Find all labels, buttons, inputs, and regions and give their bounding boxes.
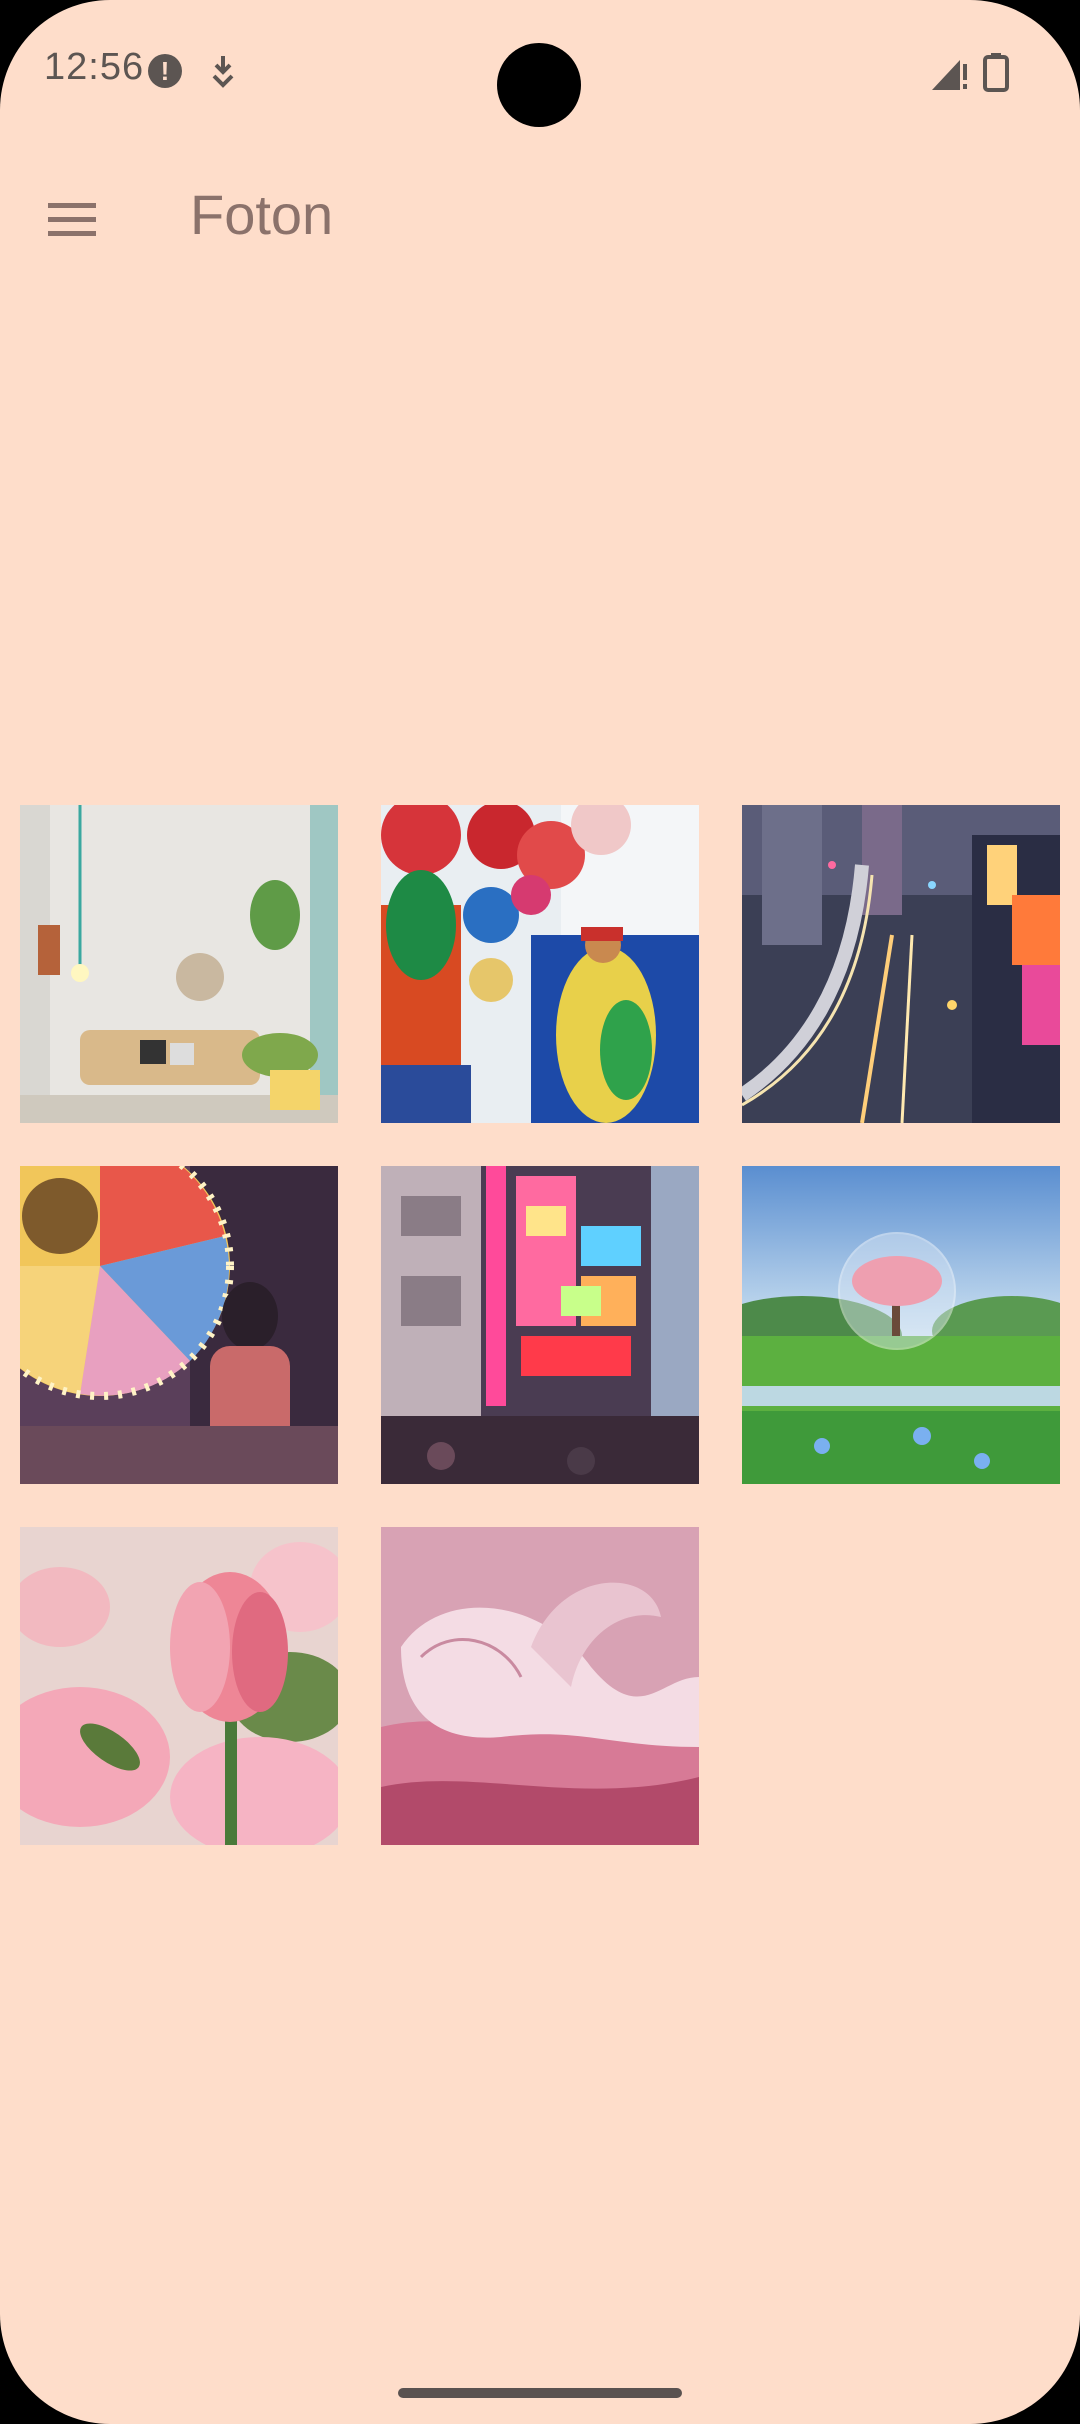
pink-abstract-shapes-photo[interactable] [381, 1527, 699, 1845]
status-time: 12:56 [44, 46, 145, 88]
city-night-highway-photo[interactable] [742, 805, 1060, 1123]
signal-icon [932, 60, 967, 90]
balloons-photo[interactable] [381, 805, 699, 1123]
neon-street-photo[interactable] [381, 1166, 699, 1484]
menu-button[interactable] [34, 186, 110, 252]
battery-icon [983, 53, 1009, 92]
status-bar: 12:56 ! [0, 0, 1080, 140]
carnival-wheel-photo[interactable] [20, 1166, 338, 1484]
alert-icon: ! [148, 54, 182, 88]
download-icon [212, 56, 234, 88]
camera-cutout [497, 43, 581, 127]
tree-in-bubble-landscape-photo[interactable] [742, 1166, 1060, 1484]
app-bar: Foton [0, 150, 1080, 280]
living-room-photo[interactable] [20, 805, 338, 1123]
app-screen: 12:56 ! Foton [0, 0, 1080, 2424]
app-title: Foton [190, 183, 334, 246]
gesture-navigation-bar[interactable] [398, 2388, 682, 2398]
menu-icon [48, 203, 96, 236]
pink-tulip-photo[interactable] [20, 1527, 338, 1845]
